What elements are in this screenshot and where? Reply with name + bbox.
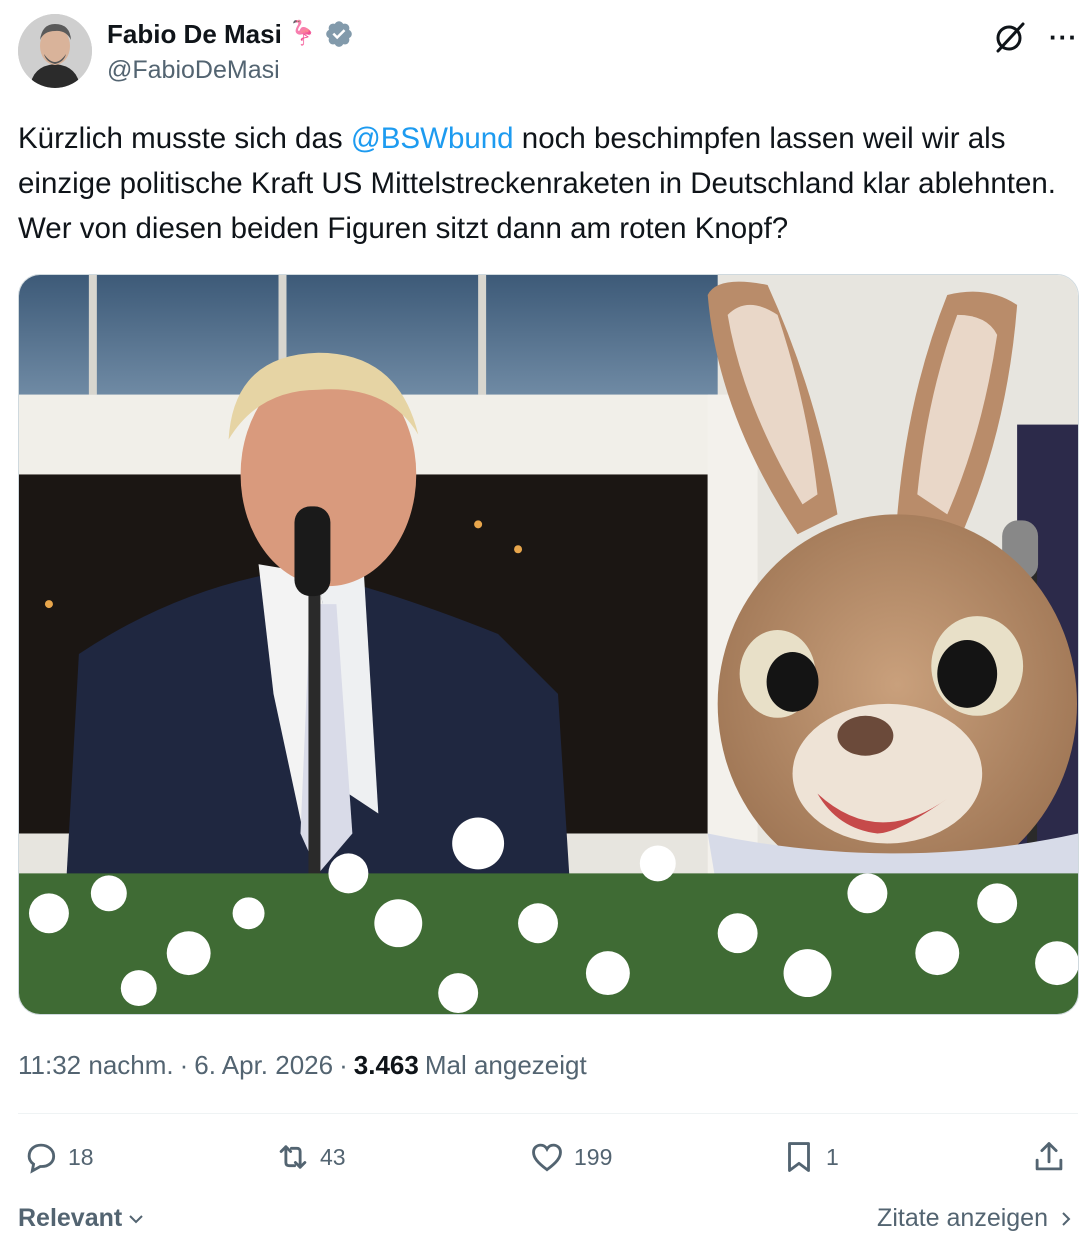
bookmark-button[interactable]: 1 <box>780 1138 839 1176</box>
share-button[interactable] <box>1030 1138 1068 1176</box>
quotes-label: Zitate anzeigen <box>877 1204 1048 1232</box>
share-icon <box>1035 1142 1063 1171</box>
heart-icon <box>532 1143 562 1172</box>
views-label: Mal angezeigt <box>424 1050 587 1080</box>
avatar[interactable] <box>18 14 92 88</box>
mention-link[interactable]: @BSWbund <box>351 122 514 155</box>
flamingo-emoji: 🦩 <box>287 20 318 47</box>
chevron-right-icon <box>1062 1211 1071 1226</box>
more-icon[interactable]: ··· <box>1049 24 1078 50</box>
media-photo <box>19 275 1078 1014</box>
reply-icon <box>27 1143 56 1174</box>
repost-count: 43 <box>320 1143 346 1170</box>
tweet-media-image[interactable] <box>18 274 1079 1015</box>
author-display-name[interactable]: Fabio De Masi <box>107 19 282 50</box>
tweet-header: Fabio De Masi 🦩 @FabioDeMasi ··· <box>18 14 1078 94</box>
reply-button[interactable]: 18 <box>22 1138 94 1176</box>
bookmark-icon <box>788 1142 810 1172</box>
grok-icon[interactable] <box>993 20 1027 54</box>
action-bar: 18 43 199 1 <box>18 1138 1078 1182</box>
bookmark-count: 1 <box>826 1143 839 1170</box>
tweet-date[interactable]: 6. Apr. 2026 <box>194 1050 333 1081</box>
chevron-down-icon <box>129 1214 143 1223</box>
repost-icon <box>279 1145 307 1169</box>
meta-separator: · <box>179 1050 189 1080</box>
author-handle[interactable]: @FabioDeMasi <box>107 56 354 85</box>
tweet-text: Kürzlich musste sich das @BSWbund noch b… <box>18 116 1078 251</box>
view-quotes-link[interactable]: Zitate anzeigen <box>877 1204 1076 1233</box>
divider <box>18 1113 1078 1114</box>
like-count: 199 <box>574 1143 613 1170</box>
sort-label: Relevant <box>18 1204 123 1232</box>
tweet-time[interactable]: 11:32 nachm. <box>18 1050 174 1081</box>
sort-dropdown[interactable]: Relevant <box>18 1204 146 1233</box>
meta-separator: · <box>339 1050 348 1080</box>
verified-badge-icon <box>325 21 352 47</box>
tweet-footer: Relevant Zitate anzeigen <box>18 1200 1078 1240</box>
reply-count: 18 <box>68 1143 94 1170</box>
repost-button[interactable]: 43 <box>274 1138 346 1176</box>
tweet-text-part: Kürzlich musste sich das <box>18 122 351 155</box>
like-button[interactable]: 199 <box>528 1138 612 1176</box>
tweet-meta: 11:32 nachm. · 6. Apr. 2026 · 3.463 Mal … <box>18 1050 587 1081</box>
views-count: 3.463 <box>353 1050 419 1080</box>
